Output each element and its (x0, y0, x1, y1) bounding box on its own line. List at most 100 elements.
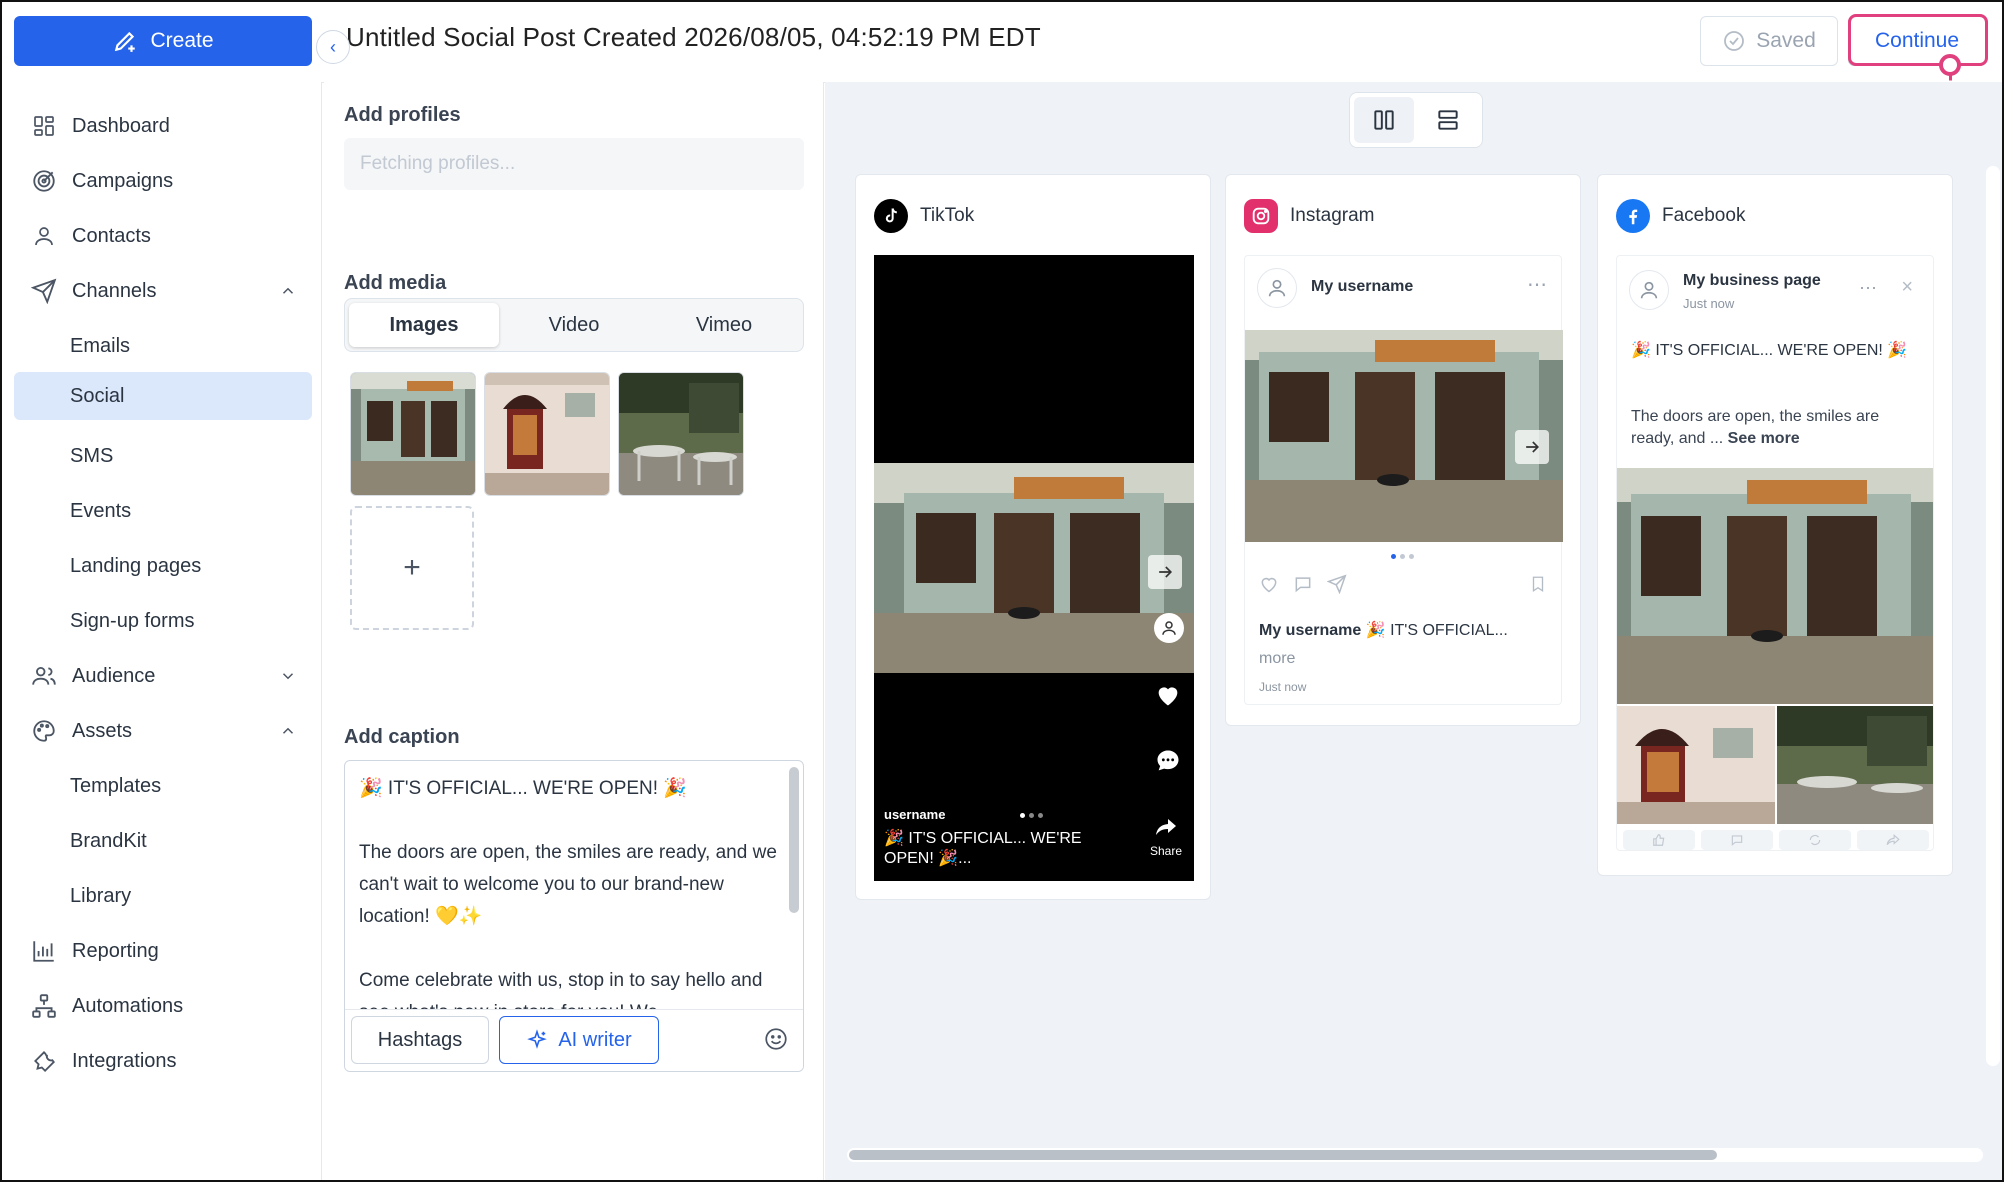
chevron-down-icon (276, 667, 300, 685)
caption-textarea[interactable]: 🎉 IT'S OFFICIAL... WE'RE OPEN! 🎉 The doo… (344, 760, 804, 1072)
emoji-icon[interactable] (763, 1026, 791, 1054)
tiktok-phone-preview: Share username 🎉 IT'S OFFICIAL... WE'RE … (874, 255, 1194, 881)
sidebar-item-library[interactable]: Library (14, 872, 312, 920)
wrench-icon (30, 1047, 58, 1075)
sidebar-item-label: Landing pages (70, 554, 202, 577)
close-icon[interactable]: × (1901, 276, 1913, 299)
sidebar-item-emails[interactable]: Emails (14, 322, 312, 370)
ai-writer-button[interactable]: AI writer (499, 1016, 659, 1064)
target-icon (30, 167, 58, 195)
more-options-icon[interactable]: ⋯ (1859, 278, 1877, 299)
sidebar-item-reporting[interactable]: Reporting (14, 927, 312, 975)
preview-horizontal-scrollbar[interactable] (847, 1148, 1983, 1162)
sidebar-item-campaigns[interactable]: Campaigns (14, 157, 312, 205)
sidebar-item-label: Integrations (72, 1049, 177, 1072)
sidebar-item-landing-pages[interactable]: Landing pages (14, 542, 312, 590)
sidebar-item-channels[interactable]: Channels (14, 267, 312, 315)
heart-icon[interactable] (1154, 681, 1182, 714)
columns-icon (1374, 110, 1394, 130)
caption-toolbar: Hashtags AI writer (345, 1009, 803, 1071)
cafe-awning-image (485, 373, 609, 495)
facebook-card-header: Facebook (1616, 199, 1745, 233)
comment-outline-icon[interactable] (1701, 830, 1773, 850)
create-label: Create (150, 29, 214, 52)
media-thumbnail[interactable] (484, 372, 610, 496)
facebook-logo-icon (1616, 199, 1650, 233)
facebook-body-line: The doors are open, the smiles are ready… (1631, 406, 1923, 450)
hashtags-label: Hashtags (377, 1028, 463, 1051)
create-button[interactable]: Create (14, 16, 312, 66)
saved-label: Saved (1756, 29, 1816, 52)
tab-vimeo[interactable]: Vimeo (649, 303, 799, 347)
facebook-post-preview: My business page Just now ⋯ × 🎉 IT'S OFF… (1616, 255, 1934, 851)
scrollbar-thumb[interactable] (849, 1150, 1717, 1160)
sidebar-item-events[interactable]: Events (14, 487, 312, 535)
sidebar-item-automations[interactable]: Automations (14, 982, 312, 1030)
caption-scrollbar[interactable] (789, 767, 799, 913)
share-control[interactable]: Share (1146, 815, 1186, 858)
sidebar-item-dashboard[interactable]: Dashboard (14, 102, 312, 150)
media-thumbnail[interactable] (350, 372, 476, 496)
bookmark-icon[interactable] (1529, 574, 1547, 599)
collapse-sidebar-button[interactable]: ‹ (316, 30, 350, 64)
sidebar-item-label: Campaigns (72, 169, 174, 192)
sidebar-item-label: Contacts (72, 224, 151, 247)
preview-vertical-scrollbar[interactable] (1986, 166, 2000, 1066)
facebook-timestamp: Just now (1683, 296, 1735, 311)
continue-button[interactable]: Continue (1848, 16, 1986, 66)
columns-view-button[interactable] (1354, 97, 1414, 143)
sidebar-item-label: Channels (72, 279, 157, 302)
sidebar-item-sms[interactable]: SMS (14, 432, 312, 480)
profiles-input[interactable]: Fetching profiles... (344, 138, 804, 190)
send-outline-icon[interactable] (1327, 574, 1347, 594)
instagram-more-link[interactable]: more (1259, 650, 1295, 668)
layout-toggle (1349, 92, 1483, 148)
callout-dot (1939, 54, 1961, 76)
people-icon (30, 662, 58, 690)
heart-outline-icon[interactable] (1259, 574, 1279, 594)
tab-video[interactable]: Video (499, 303, 649, 347)
comment-icon[interactable] (1154, 747, 1182, 780)
sidebar-item-label: Automations (72, 994, 184, 1017)
sidebar-item-assets[interactable]: Assets (14, 707, 312, 755)
instagram-preview-card: Instagram My username ⋯ My username 🎉 IT… (1225, 174, 1581, 726)
repost-icon[interactable] (1779, 830, 1851, 850)
facebook-see-more[interactable]: See more (1728, 430, 1800, 447)
sidebar-item-label: SMS (70, 444, 114, 467)
share-label: Share (1149, 844, 1183, 858)
facebook-second-image (1617, 706, 1775, 824)
instagram-caption-user: My username (1259, 622, 1362, 639)
preview-panel: TikTok Share username 🎉 IT'S OFFICIAL...… (825, 82, 2002, 1180)
instagram-actions (1259, 574, 1347, 594)
media-thumbnail[interactable] (618, 372, 744, 496)
sidebar-item-integrations[interactable]: Integrations (14, 1037, 312, 1085)
send-icon (30, 277, 58, 305)
instagram-caption: 🎉 IT'S OFFICIAL... (1365, 622, 1508, 639)
sidebar-item-label: BrandKit (70, 829, 147, 852)
tab-images[interactable]: Images (349, 303, 499, 347)
more-options-icon[interactable]: ⋯ (1527, 272, 1547, 297)
sidebar-item-audience[interactable]: Audience (14, 652, 312, 700)
rows-view-button[interactable] (1418, 97, 1478, 143)
add-media-button[interactable]: + (350, 506, 474, 630)
next-image-arrow-icon[interactable] (1148, 555, 1182, 589)
sidebar-item-social[interactable]: Social (14, 372, 312, 420)
like-icon[interactable] (1623, 830, 1695, 850)
workflow-icon (30, 992, 58, 1020)
next-image-arrow-icon[interactable] (1515, 430, 1549, 464)
sidebar-item-label: Templates (70, 774, 162, 797)
sidebar-item-templates[interactable]: Templates (14, 762, 312, 810)
sidebar-item-brandkit[interactable]: BrandKit (14, 817, 312, 865)
facebook-main-image (1617, 468, 1933, 704)
instagram-avatar-icon (1257, 268, 1297, 308)
sidebar-item-contacts[interactable]: Contacts (14, 212, 312, 260)
carousel-dots (1020, 813, 1043, 818)
share-icon[interactable] (1857, 830, 1929, 850)
sidebar-item-label: Emails (70, 334, 131, 357)
sidebar-item-signup-forms[interactable]: Sign-up forms (14, 597, 312, 645)
comment-outline-icon[interactable] (1293, 574, 1313, 594)
sidebar-item-label: Events (70, 499, 132, 522)
page-title[interactable]: Untitled Social Post Created 2026/08/05,… (346, 22, 1041, 53)
palette-icon (30, 717, 58, 745)
hashtags-button[interactable]: Hashtags (351, 1016, 489, 1064)
